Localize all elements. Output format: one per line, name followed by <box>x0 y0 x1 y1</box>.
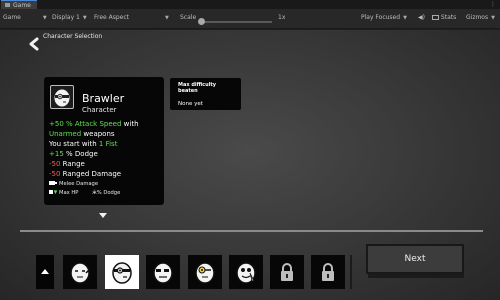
character-slot-brawler[interactable] <box>105 255 139 289</box>
scale-value: 1x <box>278 14 286 21</box>
stat-line-unarmed: Unarmed weapons <box>49 129 163 139</box>
lock-icon <box>322 263 334 281</box>
difficulty-heading: Max difficulty beaten <box>178 82 217 94</box>
egg-character-icon <box>236 262 256 284</box>
character-name: Brawler <box>82 92 125 105</box>
game-view-toolbar: Game ▼ Display 1 ▼ Free Aspect ▼ Scale 1x P… <box>0 9 500 29</box>
stat-value: -50 <box>49 160 61 168</box>
heart-icon <box>49 190 57 194</box>
stat-line-ranged-damage: -50 Ranged Damage <box>49 169 163 179</box>
egg-character-icon <box>195 262 215 284</box>
expand-down-icon[interactable] <box>99 213 107 218</box>
chevron-down-icon: ▼ <box>42 15 47 21</box>
character-info-panel: Brawler Character +50 % Attack Speed wit… <box>44 77 164 205</box>
character-slot-locked-2[interactable] <box>311 255 345 289</box>
stat-text: weapons <box>83 130 115 138</box>
play-mode-label: Play Focused <box>361 14 401 21</box>
stat-line-range: -50 Range <box>49 159 163 169</box>
stat-text: You start with <box>49 140 97 148</box>
brawler-egg-icon <box>112 262 132 284</box>
stat-value: +50 <box>49 120 64 128</box>
character-slot-4[interactable] <box>188 255 222 289</box>
toggle-icon <box>432 15 439 20</box>
stats-label: Stats <box>440 14 457 21</box>
roster-clip-edge <box>350 255 352 289</box>
page-title: Character Selection <box>43 33 103 40</box>
character-slot-5[interactable] <box>229 255 263 289</box>
stat-name: % Dodge <box>66 150 98 158</box>
scale-slider-handle[interactable] <box>198 18 205 25</box>
next-button[interactable]: Next <box>366 244 464 274</box>
divider <box>20 230 483 232</box>
lock-icon <box>281 263 293 281</box>
game-viewport: Character Selection Brawler Character +5… <box>0 30 500 300</box>
stat-value: +15 <box>49 150 64 158</box>
tab-menu-icon[interactable]: ⋮ <box>490 0 496 9</box>
difficulty-value: None yet <box>178 101 203 107</box>
mute-audio-icon[interactable]: ◀) <box>418 14 425 22</box>
stat-value: -50 <box>49 170 61 178</box>
stat-line-start-weapon: You start with 1 Fist <box>49 139 163 149</box>
character-slot-3[interactable] <box>146 255 180 289</box>
scale-slider-track[interactable] <box>200 21 272 23</box>
character-slot-1[interactable] <box>63 255 97 289</box>
display-mode-dropdown[interactable]: Game ▼ <box>3 14 47 22</box>
editor-tab-bar: Game ⋮ <box>0 0 500 9</box>
character-portrait <box>50 85 74 109</box>
stat-line-attack-speed: +50 % Attack Speed with <box>49 119 163 129</box>
display-mode-label: Game <box>3 14 21 21</box>
fist-icon <box>49 181 57 185</box>
display-label: Display 1 <box>52 14 80 21</box>
aspect-dropdown[interactable]: Free Aspect ▼ <box>94 14 169 22</box>
chevron-down-icon: ▼ <box>82 15 87 21</box>
character-stats: +50 % Attack Speed with Unarmed weapons … <box>49 119 163 197</box>
chevron-down-icon: ▼ <box>491 15 495 21</box>
tag-row-melee: Melee Damage <box>49 179 163 189</box>
scale-label: Scale <box>180 14 197 21</box>
display-dropdown[interactable]: Display 1 ▼ <box>52 14 87 22</box>
character-slot-locked-1[interactable] <box>270 255 304 289</box>
stat-name: Range <box>62 160 85 168</box>
character-class: Character <box>82 106 117 114</box>
gizmos-label: Gizmos <box>466 14 489 21</box>
egg-character-icon <box>153 262 173 284</box>
stat-name: Ranged Damage <box>62 170 122 178</box>
chevron-down-icon: ▼ <box>165 15 169 21</box>
stats-toggle[interactable]: Stats <box>432 14 456 22</box>
stat-text: with <box>123 120 139 128</box>
tab-game-label: Game <box>13 2 31 9</box>
tag-label: Melee Damage <box>59 181 99 187</box>
difficulty-info-box: Max difficulty beaten None yet <box>170 78 241 110</box>
gizmos-dropdown[interactable]: Gizmos ▼ <box>466 14 495 22</box>
game-view-icon <box>5 3 10 7</box>
tag-label: % Dodge <box>96 190 121 196</box>
arrow-up-icon <box>41 269 49 274</box>
brawler-egg-icon <box>53 88 71 108</box>
tab-game[interactable]: Game <box>1 0 37 9</box>
back-arrow-icon[interactable] <box>27 37 41 51</box>
chevron-down-icon: ▼ <box>403 15 407 21</box>
egg-character-icon <box>70 262 91 284</box>
stat-line-dodge: +15 % Dodge <box>49 149 163 159</box>
tag-label: Max HP <box>59 190 79 196</box>
next-button-shadow <box>368 274 464 278</box>
tag-row-hp-dodge: Max HP ӂ% Dodge <box>49 189 163 197</box>
stat-highlight: 1 Fist <box>98 140 118 148</box>
stat-highlight: Unarmed <box>49 130 82 138</box>
play-mode-dropdown[interactable]: Play Focused ▼ <box>361 14 407 22</box>
aspect-label: Free Aspect <box>94 14 130 21</box>
scroll-up-button[interactable] <box>36 255 54 289</box>
stat-name: % Attack Speed <box>66 120 122 128</box>
